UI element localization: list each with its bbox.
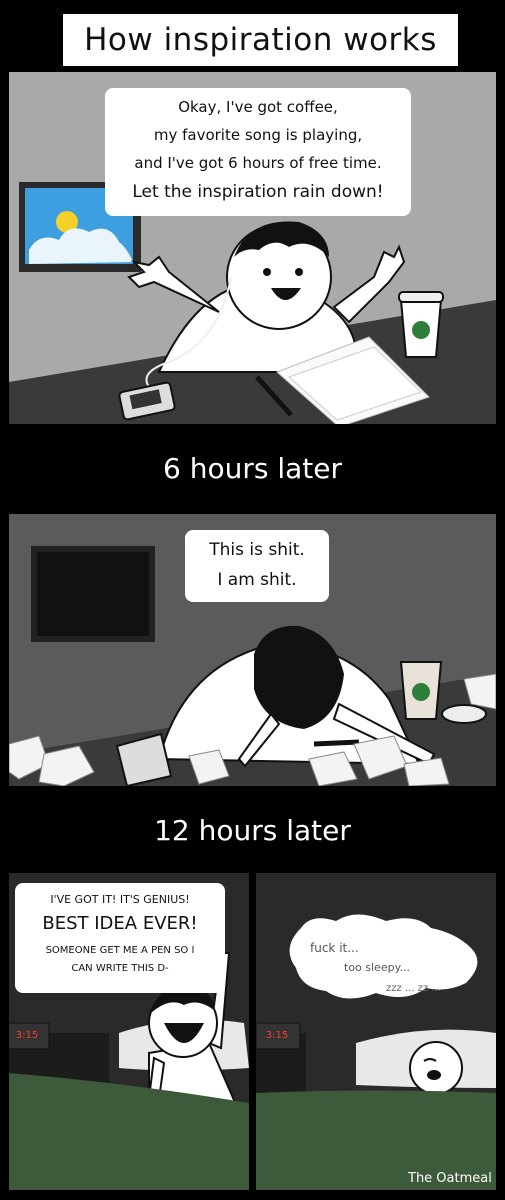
thought-line: fuck it... [310, 941, 359, 955]
credit-text: The Oatmeal [408, 1171, 492, 1186]
speech-line: I'VE GOT IT! IT'S GENIUS! [50, 893, 190, 906]
comic-title: How inspiration works [84, 22, 437, 58]
snore-mouth [427, 1070, 441, 1080]
panel-1: Okay, I've got coffee, my favorite song … [9, 72, 496, 424]
speech-line: SOMEONE GET ME A PEN SO I [45, 945, 195, 956]
coffee-logo-icon [412, 321, 430, 339]
panel-4: 3:15 fuck it... too sleepy... zzz ... zz… [256, 873, 496, 1190]
thought-cloud-icon [289, 914, 478, 999]
speech-line: This is shit. [209, 540, 305, 560]
speech-line: Let the inspiration rain down! [132, 182, 384, 202]
coffee-lid [441, 704, 487, 724]
eye-right [295, 268, 303, 276]
speech-line: BEST IDEA EVER! [42, 913, 198, 934]
thought-line: too sleepy... [344, 961, 411, 974]
speech-line: I am shit. [217, 570, 297, 590]
caption-6-hours: 6 hours later [163, 452, 342, 485]
pencil [313, 739, 360, 747]
right-arm [332, 244, 406, 324]
speech-line: and I've got 6 hours of free time. [134, 154, 382, 172]
speech-bubble-3: I'VE GOT IT! IT'S GENIUS! BEST IDEA EVER… [15, 883, 225, 993]
speech-bubble-1: Okay, I've got coffee, my favorite song … [105, 88, 411, 216]
speech-line: CAN WRITE THIS D- [71, 963, 169, 974]
sleeping-head [409, 1041, 463, 1095]
coffee-lid [398, 291, 444, 303]
eye-left [263, 268, 271, 276]
left-arm [127, 255, 220, 313]
coffee-logo-icon [412, 683, 430, 701]
panel-2: This is shit. I am shit. [9, 514, 496, 786]
speech-line: Okay, I've got coffee, [178, 98, 338, 116]
panel-3: 3:15 I'VE GOT IT! IT'S GENIUS! BEST IDEA… [9, 873, 249, 1190]
comic-title-box: How inspiration works [63, 14, 458, 66]
speech-line: my favorite song is playing, [153, 126, 363, 144]
alarm-clock-display: 3:15 [265, 1030, 289, 1041]
speech-bubble-2: This is shit. I am shit. [185, 530, 329, 602]
alarm-clock-display: 3:15 [15, 1030, 39, 1041]
caption-12-hours: 12 hours later [154, 814, 351, 847]
thought-line: zzz ... zz ... [386, 983, 441, 994]
window-night [37, 552, 149, 636]
